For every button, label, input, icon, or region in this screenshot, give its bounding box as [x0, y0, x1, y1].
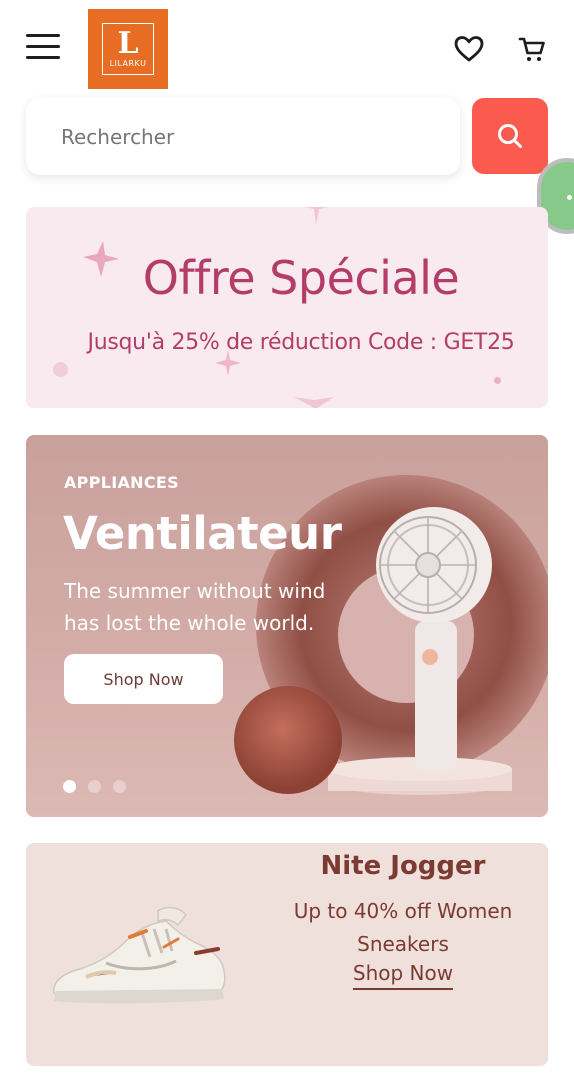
search-icon [498, 124, 522, 148]
search-bar [26, 98, 460, 175]
menu-button[interactable] [26, 34, 62, 64]
hero-carousel[interactable]: APPLIANCES Ventilateur The summer withou… [26, 435, 548, 817]
search-input[interactable] [61, 124, 460, 149]
carousel-pagination [63, 780, 126, 793]
brand-logo[interactable]: L LILARKU [88, 9, 168, 89]
shop-now-button[interactable]: Shop Now [64, 654, 223, 704]
promo-shop-now-link[interactable]: Shop Now [352, 961, 454, 990]
promo-title: Nite Jogger [320, 851, 486, 881]
sneaker-promo-card[interactable]: Nite Jogger Up to 40% off Women Sneakers… [26, 843, 548, 1066]
sparkle-icon [305, 207, 328, 225]
hero-description: The summer without wind has lost the who… [64, 579, 326, 635]
carousel-dot-1[interactable] [63, 780, 76, 793]
offer-subtitle: Jusqu'à 25% de réduction Code : GET25 [87, 330, 515, 355]
special-offer-banner[interactable]: Offre Spéciale Jusqu'à 25% de réduction … [26, 207, 548, 408]
cart-button[interactable] [515, 32, 549, 66]
hero-title: Ventilateur [63, 507, 342, 560]
promo-subtitle: Up to 40% off Women Sneakers [293, 899, 513, 956]
sparkle-icon [294, 397, 334, 408]
offer-title: Offre Spéciale [142, 251, 460, 305]
search-button[interactable] [472, 98, 548, 174]
carousel-dot-2[interactable] [88, 780, 101, 793]
wishlist-button[interactable] [452, 32, 486, 66]
decor-dot [53, 362, 68, 377]
app-header: L LILARKU [0, 0, 574, 96]
decor-dot [494, 377, 501, 384]
carousel-dot-3[interactable] [113, 780, 126, 793]
more-dots-icon [567, 195, 572, 200]
heart-icon [454, 36, 484, 62]
hero-kicker: APPLIANCES [64, 473, 179, 492]
cart-icon [518, 37, 545, 61]
logo-text: LILARKU [107, 59, 149, 68]
hamburger-icon [26, 34, 62, 59]
sneaker-image [53, 906, 226, 1004]
